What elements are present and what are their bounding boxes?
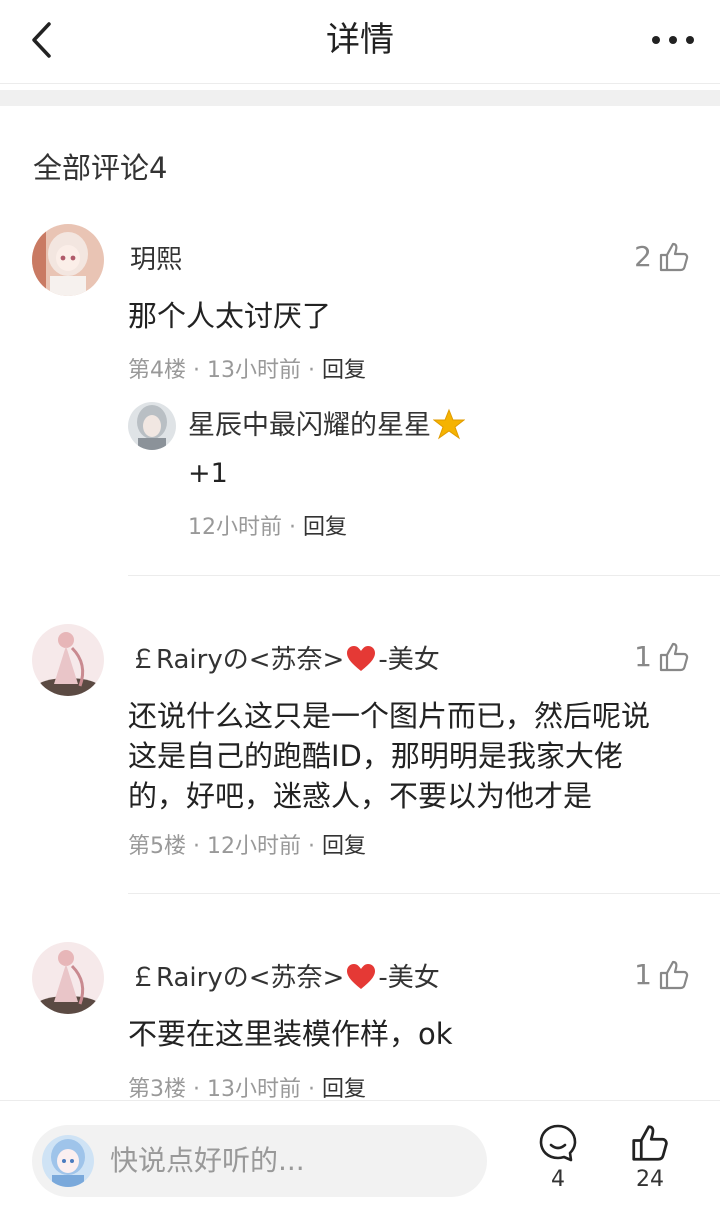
reply-author-name[interactable]: 星辰中最闪耀的星星 (188, 410, 431, 441)
comment-meta: 第4楼 · 13小时前 · 回复 (128, 356, 366, 386)
thumbs-up-icon (632, 1125, 668, 1161)
comment-text: 不要在这里装模作样，ok (128, 1017, 453, 1051)
comment-author: ￡Rairyの<苏奈> -美女 (130, 642, 440, 678)
comment-divider (128, 575, 720, 576)
heart-emoji-icon (347, 646, 376, 671)
meta-separator: · (308, 834, 322, 859)
comment-input-placeholder: 快说点好听的... (110, 1144, 305, 1177)
avatar[interactable] (128, 402, 176, 450)
comments-button[interactable]: 4 (528, 1123, 588, 1193)
top-navigation-bar: 详情 (0, 0, 720, 84)
reply-button[interactable]: 回复 (322, 834, 366, 859)
section-divider (0, 90, 720, 106)
avatar[interactable] (32, 224, 104, 296)
meta-separator: · (289, 515, 303, 540)
current-user-avatar (42, 1135, 94, 1187)
star-emoji-icon (432, 408, 466, 440)
thumbs-up-icon (659, 642, 689, 671)
author-suffix: -美女 (378, 645, 440, 675)
avatar[interactable] (32, 942, 104, 1014)
comment-author: ￡Rairyの<苏奈> -美女 (130, 960, 440, 996)
floor-label: 第5楼 (128, 834, 186, 859)
comment-text: 那个人太讨厌了 (128, 299, 332, 333)
like-count: 1 (634, 640, 652, 673)
reply-text: +1 (188, 458, 228, 489)
comment-input[interactable]: 快说点好听的... (32, 1125, 487, 1197)
like-button[interactable]: 1 (634, 640, 690, 673)
comments-section-title: 全部评论4 (33, 151, 168, 185)
comment-meta: 第5楼 · 12小时前 · 回复 (128, 832, 366, 862)
like-post-button[interactable]: 24 (620, 1123, 680, 1193)
time-label: 13小时前 (207, 1077, 301, 1102)
like-button[interactable]: 1 (634, 958, 690, 991)
floor-label: 第3楼 (128, 1077, 186, 1102)
more-options-button[interactable] (648, 20, 698, 60)
meta-separator: · (193, 1077, 207, 1102)
reply-button[interactable]: 回复 (322, 358, 366, 383)
comment-author[interactable]: 玥熙 (130, 242, 182, 278)
time-label: 13小时前 (207, 358, 301, 383)
meta-separator: · (308, 1077, 322, 1102)
anime-girl-avatar-image (32, 224, 104, 296)
girl-avatar-image (128, 402, 176, 450)
like-count: 2 (634, 240, 652, 273)
meta-separator: · (193, 358, 207, 383)
like-button[interactable]: 2 (634, 240, 690, 273)
more-dots-icon (652, 36, 694, 44)
comment-bubble-icon (539, 1124, 577, 1162)
thumbs-up-icon (659, 960, 689, 989)
comment-author-name[interactable]: ￡Rairyの<苏奈> (130, 963, 344, 993)
reply-meta: 12小时前 · 回复 (188, 513, 347, 543)
like-count: 1 (634, 958, 652, 991)
like-count: 24 (636, 1167, 664, 1192)
doll-avatar-image (32, 624, 104, 696)
reply-button[interactable]: 回复 (322, 1077, 366, 1102)
anime-avatar-image (42, 1135, 94, 1187)
comment-divider (128, 893, 720, 894)
bottom-comment-bar: 快说点好听的... 4 24 (0, 1100, 720, 1220)
meta-separator: · (193, 834, 207, 859)
page-title: 详情 (326, 20, 394, 60)
time-label: 12小时前 (188, 515, 282, 540)
doll-avatar-image (32, 942, 104, 1014)
time-label: 12小时前 (207, 834, 301, 859)
comment-text: 还说什么这只是一个图片而已，然后呢说这是自己的跑酷ID，那明明是我家大佬的，好吧… (128, 699, 651, 813)
reply-button[interactable]: 回复 (303, 515, 347, 540)
author-suffix: -美女 (378, 963, 440, 993)
comment-author-name[interactable]: ￡Rairyの<苏奈> (130, 645, 344, 675)
meta-separator: · (308, 358, 322, 383)
heart-emoji-icon (347, 964, 376, 989)
reply-author: 星辰中最闪耀的星星 (188, 406, 466, 446)
avatar[interactable] (32, 624, 104, 696)
floor-label: 第4楼 (128, 358, 186, 383)
thumbs-up-icon (659, 242, 689, 271)
comment-count: 4 (551, 1167, 565, 1192)
